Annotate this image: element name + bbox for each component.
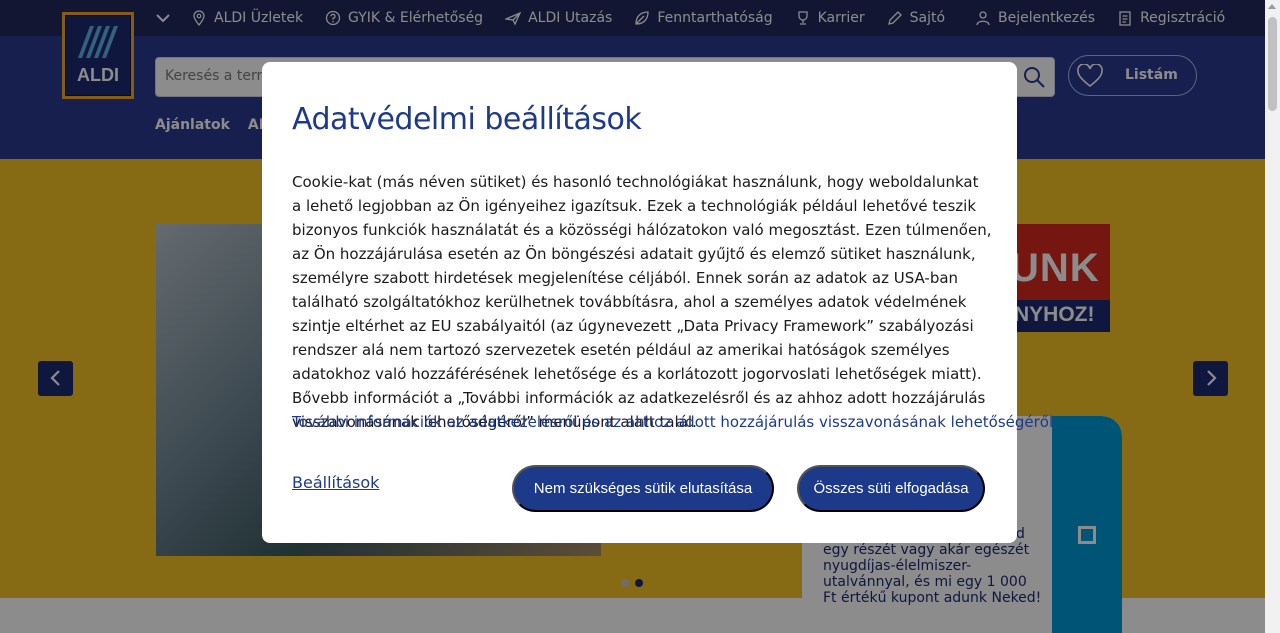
page-scrollbar[interactable] [1265, 0, 1280, 633]
reject-optional-cookies-button[interactable]: Nem szükséges sütik elutasítása [512, 465, 774, 512]
dialog-title: Adatvédelmi beállítások [292, 102, 642, 137]
accept-all-cookies-button[interactable]: Összes süti elfogadása [797, 465, 985, 512]
settings-link[interactable]: Beállítások [292, 473, 379, 492]
scroll-up-icon[interactable] [1268, 4, 1276, 9]
scroll-thumb[interactable] [1268, 17, 1277, 111]
dialog-body-text: Cookie-kat (más néven sütiket) és hasonl… [292, 173, 992, 431]
privacy-settings-dialog: Adatvédelmi beállítások Cookie-kat (más … [262, 62, 1053, 543]
privacy-info-link[interactable]: További információk az adatkezelésről és… [292, 410, 1053, 434]
